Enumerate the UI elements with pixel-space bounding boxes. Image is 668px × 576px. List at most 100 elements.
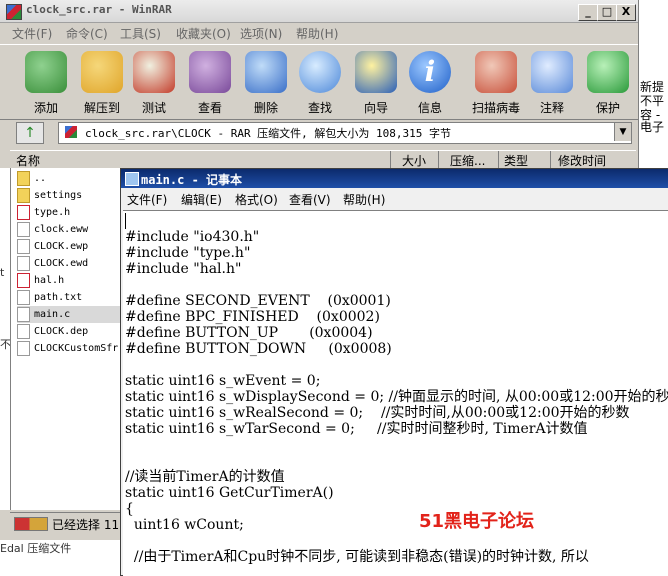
file-name: main.c [34,309,71,320]
list-item[interactable]: hal.h [17,272,127,289]
maximize-button[interactable]: □ [597,4,617,21]
close-button[interactable]: X [616,4,636,21]
file-name: path.txt [34,292,83,303]
column-type[interactable]: 类型 [504,152,528,169]
toolbar-comment-button[interactable]: 注释 [526,49,578,117]
view-books-icon [189,51,231,93]
chevron-down-icon[interactable]: ▼ [614,123,631,141]
file-name: clock.eww [34,224,89,235]
file-name: type.h [34,207,71,218]
minimize-button[interactable]: _ [578,4,598,21]
code-line: //读当前TimerA的计数值 [125,469,285,485]
toolbar-test-button[interactable]: 测试 [128,49,180,117]
menu-options[interactable]: 选项(N) [240,25,282,42]
status-text: 已经选择 11 [52,518,120,532]
column-divider[interactable] [438,151,439,169]
toolbar-find-button[interactable]: 查找 [294,49,346,117]
column-divider[interactable] [390,151,391,169]
code-line: { [125,501,134,517]
file-icon [17,255,30,271]
list-item[interactable]: path.txt [17,289,127,306]
toolbar-comment-label: 注释 [539,101,564,115]
toolbar-protect-button[interactable]: 保护 [582,49,634,117]
file-icon [17,306,30,322]
menu-help[interactable]: 帮助(H) [296,25,338,42]
list-item[interactable]: CLOCK.ewp [17,238,127,255]
toolbar-view-button[interactable]: 查看 [184,49,236,117]
notepad-window: main.c - 记事本 文件(F) 编辑(E) 格式(O) 查看(V) 帮助(… [120,168,668,576]
address-field[interactable]: clock_src.rar\CLOCK - RAR 压缩文件, 解包大小为 10… [58,122,632,144]
notepad-menu-format[interactable]: 格式(O) [235,191,278,208]
code-line: uint16 wCount; [125,517,244,533]
archive-icon [65,126,77,138]
list-item-selected[interactable]: main.c [17,306,127,323]
find-magnifier-icon [299,51,341,93]
code-line: static uint16 s_wRealSecond = 0; //实时时间,… [125,405,630,421]
notepad-title-bar[interactable]: main.c - 记事本 [121,169,668,188]
toolbar-add-button[interactable]: 添加 [20,49,72,117]
left-fragment: t [0,266,5,279]
background-text: Edal 压缩文件 [0,542,72,555]
notepad-menu-help[interactable]: 帮助(H) [343,191,385,208]
menu-commands[interactable]: 命令(C) [66,25,108,42]
toolbar-protect-label: 保护 [595,101,620,115]
file-icon [17,323,30,339]
toolbar-wizard-label: 向导 [363,101,388,115]
add-books-icon [25,51,67,93]
toolbar-extract-button[interactable]: 解压到 [76,49,128,117]
toolbar-scan-button[interactable]: 扫描病毒 [470,49,522,117]
list-item[interactable]: .. [17,170,127,187]
text-caret [125,213,126,229]
address-text: clock_src.rar\CLOCK - RAR 压缩文件, 解包大小为 10… [85,127,452,140]
delete-bin-icon [245,51,287,93]
winrar-app-icon [6,4,22,20]
column-modified[interactable]: 修改时间 [558,152,606,169]
key-icon [14,517,48,531]
notepad-text-area[interactable]: #include "io430.h" #include "type.h" #in… [123,210,668,576]
protect-shield-icon [587,51,629,93]
background-text: 电子 [640,120,665,134]
header-file-icon [17,272,30,288]
column-divider[interactable] [498,151,499,169]
menu-favorites[interactable]: 收藏夹(O) [176,25,231,42]
list-item[interactable]: CLOCKCustomSfr [17,340,127,357]
file-name: CLOCK.ewp [34,241,89,252]
column-size[interactable]: 大小 [402,152,426,169]
code-line: #include "io430.h" [125,229,260,245]
notepad-title: main.c - 记事本 [141,173,243,187]
code-line: #define BUTTON_DOWN (0x0008) [125,341,392,357]
notepad-menu-edit[interactable]: 编辑(E) [181,191,222,208]
file-name: settings [34,190,83,201]
column-divider[interactable] [550,151,551,169]
code-line: #include "type.h" [125,245,251,261]
list-item[interactable]: clock.eww [17,221,127,238]
menu-file[interactable]: 文件(F) [12,25,52,42]
code-line: #define BPC_FINISHED (0x0002) [125,309,380,325]
up-folder-button[interactable]: ↑ [16,122,44,144]
toolbar-view-label: 查看 [197,101,222,115]
code-line: #define BUTTON_UP (0x0004) [125,325,373,341]
toolbar-wizard-button[interactable]: 向导 [350,49,402,117]
code-line: static uint16 s_wTarSecond = 0; //实时时间整秒… [125,421,588,437]
toolbar-test-label: 测试 [141,101,166,115]
toolbar-delete-label: 删除 [253,101,278,115]
notepad-menu-file[interactable]: 文件(F) [127,191,167,208]
column-packed[interactable]: 压缩... [450,152,485,169]
list-item[interactable]: CLOCK.ewd [17,255,127,272]
file-icon [17,221,30,237]
toolbar-delete-button[interactable]: 删除 [240,49,292,117]
code-line: #define SECOND_EVENT (0x0001) [125,293,391,309]
code-line: static uint16 s_wDisplaySecond = 0; //钟面… [125,389,668,405]
status-bar: 已经选择 11 [10,512,122,535]
list-item[interactable]: CLOCK.dep [17,323,127,340]
list-item[interactable]: type.h [17,204,127,221]
file-list: .. settings type.h clock.eww CLOCK.ewp C… [10,168,127,510]
list-item[interactable]: settings [17,187,127,204]
comment-pen-icon [531,51,573,93]
toolbar-info-button[interactable]: i 信息 [404,49,456,117]
file-icon [17,238,30,254]
notepad-menu-view[interactable]: 查看(V) [289,191,331,208]
column-name[interactable]: 名称 [16,152,40,169]
winrar-title-bar[interactable]: clock_src.rar - WinRAR _ □ X [0,0,638,23]
menu-tools[interactable]: 工具(S) [120,25,161,42]
